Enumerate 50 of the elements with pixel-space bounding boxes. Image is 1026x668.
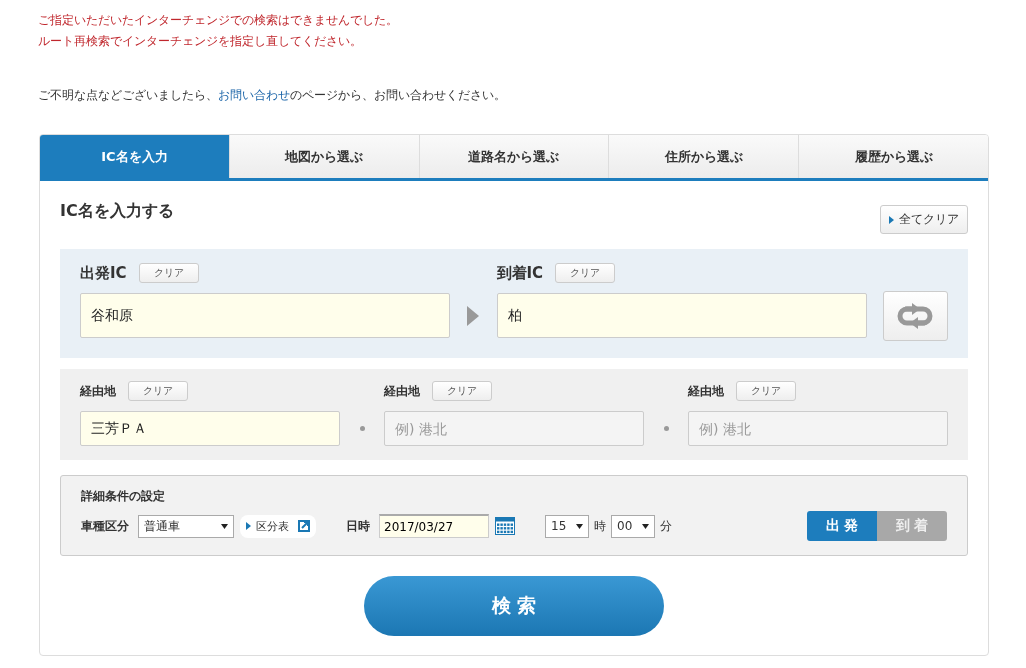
- field-label: 経由地: [80, 382, 116, 400]
- input-field[interactable]: 三芳ＰＡ: [80, 411, 340, 446]
- clear-button[interactable]: クリア: [138, 263, 199, 283]
- mode-toggle[interactable]: 出 発: [807, 511, 877, 541]
- field-label: 経由地: [688, 382, 724, 400]
- error-message: ご指定いただいたインターチェンジでの検索はできませんでした。: [38, 12, 399, 29]
- tab[interactable]: 地図から選ぶ: [229, 135, 420, 178]
- hour-unit: 時: [594, 517, 606, 535]
- triangle-icon: [889, 215, 894, 224]
- tab[interactable]: IC名を入力: [40, 135, 230, 178]
- date-field[interactable]: 2017/03/27: [379, 514, 489, 538]
- notice-text: のページから、お問い合わせください。: [290, 88, 506, 102]
- class-table-link[interactable]: 区分表: [240, 514, 316, 538]
- tab[interactable]: 履歴から選ぶ: [799, 135, 988, 178]
- external-link-icon: [298, 520, 310, 532]
- input-field[interactable]: 例) 港北: [688, 411, 948, 446]
- caret-icon: [221, 523, 228, 529]
- clear-button[interactable]: クリア: [432, 381, 492, 401]
- triangle-icon: [246, 522, 251, 530]
- caret-icon: [642, 523, 649, 529]
- tab[interactable]: 道路名から選ぶ: [419, 135, 610, 178]
- swap-button[interactable]: [882, 291, 948, 341]
- dot-icon: [663, 426, 669, 431]
- clear-button[interactable]: クリア: [555, 263, 616, 283]
- vehicle-select[interactable]: 普通車: [138, 514, 234, 538]
- date-label: 日時: [346, 517, 370, 535]
- vehicle-label: 車種区分: [81, 517, 129, 535]
- arrow-icon: [467, 305, 480, 326]
- field-label: 出発IC: [80, 263, 127, 283]
- minute-select[interactable]: 00: [611, 514, 655, 538]
- details-title: 詳細条件の設定: [81, 488, 166, 505]
- hour-select[interactable]: 15: [545, 514, 589, 538]
- search-button[interactable]: 検 索: [364, 576, 664, 636]
- clear-button[interactable]: クリア: [128, 381, 188, 401]
- caret-icon: [576, 523, 583, 529]
- notice-text: ご不明な点などございましたら、: [38, 88, 218, 102]
- input-field[interactable]: 柏: [496, 293, 867, 338]
- section-title: IC名を入力する: [60, 201, 174, 222]
- input-field[interactable]: 例) 港北: [384, 411, 644, 446]
- input-field[interactable]: 谷和原: [80, 293, 450, 338]
- clear-all-button[interactable]: 全てクリア: [880, 205, 968, 234]
- minute-unit: 分: [660, 517, 672, 535]
- calendar-icon: [495, 517, 515, 535]
- tab[interactable]: 住所から選ぶ: [609, 135, 800, 178]
- field-label: 経由地: [384, 382, 420, 400]
- clear-button[interactable]: クリア: [736, 381, 796, 401]
- dot-icon: [359, 426, 365, 431]
- field-label: 到着IC: [496, 263, 544, 283]
- error-message: ルート再検索でインターチェンジを指定し直してください。: [38, 33, 363, 50]
- contact-link[interactable]: お問い合わせ: [218, 88, 290, 102]
